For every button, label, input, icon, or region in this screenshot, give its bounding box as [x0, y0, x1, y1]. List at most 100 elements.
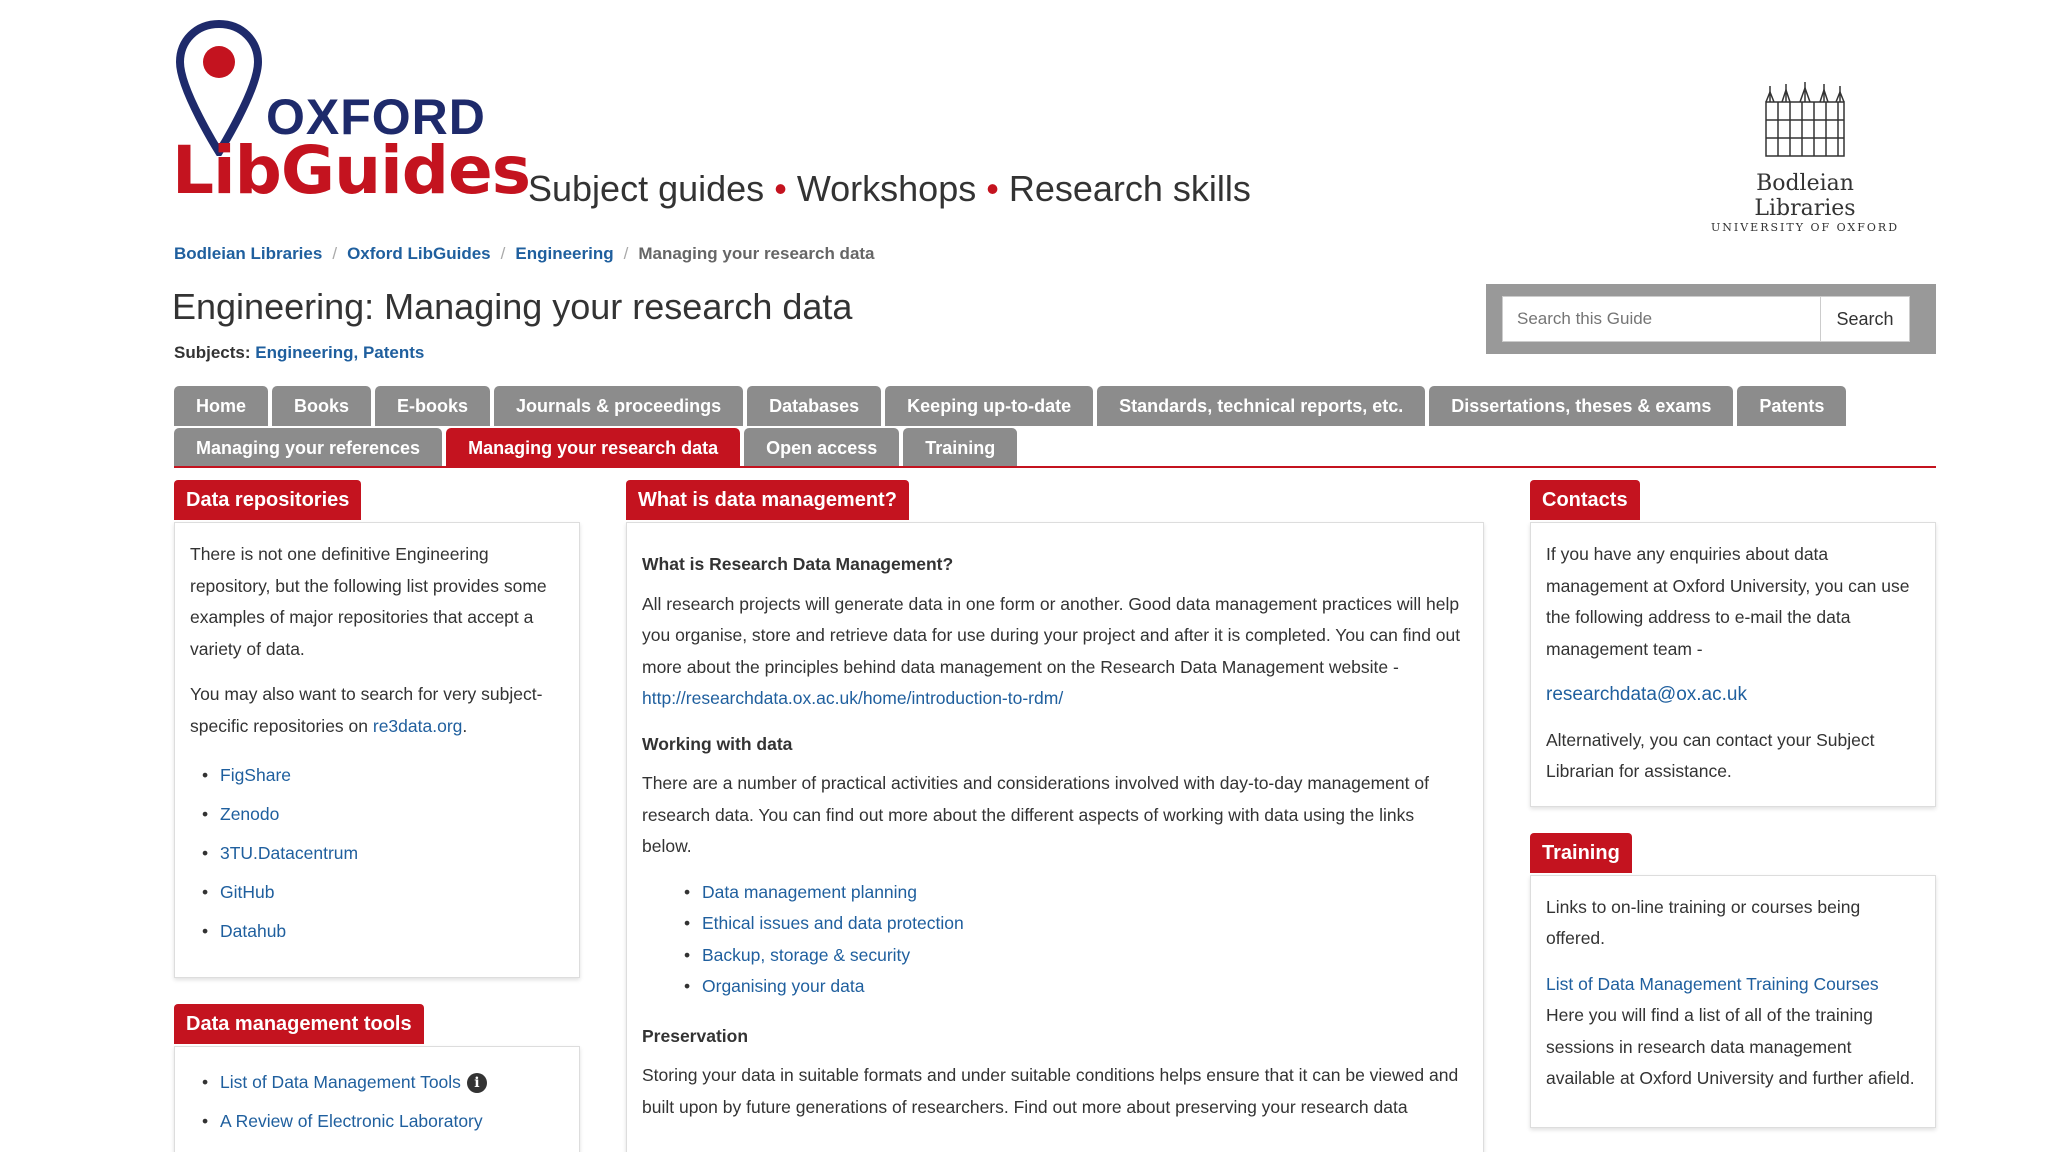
contacts-paragraph-1: If you have any enquiries about data man…	[1546, 544, 1910, 659]
zenodo-link[interactable]: Zenodo	[220, 804, 279, 824]
tab-standards-technical-reports[interactable]: Standards, technical reports, etc.	[1097, 386, 1426, 426]
electronic-lab-review-link[interactable]: A Review of Electronic Laboratory	[220, 1111, 483, 1131]
tab-training[interactable]: Training	[903, 428, 1018, 468]
repos-paragraph-2-end: .	[462, 715, 468, 736]
data-management-tools-box: Data management tools List of Data Manag…	[174, 1004, 580, 1152]
tab-e-books[interactable]: E-books	[375, 386, 491, 426]
preservation-paragraph: Storing your data in suitable formats an…	[642, 1065, 1459, 1117]
contacts-title: Contacts	[1530, 480, 1640, 520]
oxford-libguides-logo[interactable]: OXFORD LibGuides	[172, 18, 531, 218]
backup-storage-security-link[interactable]: Backup, storage & security	[702, 945, 910, 965]
github-link[interactable]: GitHub	[220, 882, 274, 902]
datahub-link[interactable]: Datahub	[220, 921, 286, 941]
list-item: Datahub	[202, 912, 564, 951]
bodleian-name: Bodleian Libraries	[1754, 171, 1856, 221]
contacts-box: Contacts If you have any enquiries about…	[1530, 480, 1936, 807]
page-title: Engineering: Managing your research data	[172, 286, 853, 327]
what-is-data-management-box: What is data management? What is Researc…	[626, 480, 1484, 1152]
tab-open-access[interactable]: Open access	[744, 428, 900, 468]
what-is-data-management-body: What is Research Data Management? All re…	[626, 522, 1484, 1152]
info-icon[interactable]: i	[466, 1073, 487, 1094]
guide-search: Search	[1486, 284, 1936, 354]
training-paragraph-2: Here you will find a list of all of the …	[1546, 1005, 1915, 1088]
repos-paragraph-2: You may also want to search for very sub…	[190, 679, 564, 742]
list-item: FigShare	[202, 756, 564, 795]
tagline-separator: •	[986, 168, 999, 209]
list-item: Backup, storage & security	[684, 940, 1468, 972]
tab-managing-references[interactable]: Managing your references	[174, 428, 443, 468]
repos-paragraph-2-text: You may also want to search for very sub…	[190, 684, 543, 736]
tab-keeping-up-to-date[interactable]: Keeping up-to-date	[885, 386, 1094, 426]
tab-databases[interactable]: Databases	[747, 386, 882, 426]
list-item: GitHub	[202, 873, 564, 912]
logo-libguides-text: LibGuides	[172, 132, 531, 209]
list-item: A Review of Electronic Laboratory	[202, 1102, 564, 1141]
data-management-planning-link[interactable]: Data management planning	[702, 882, 917, 902]
tab-patents[interactable]: Patents	[1737, 386, 1847, 426]
bodleian-university: UNIVERSITY OF OXFORD	[1710, 221, 1900, 234]
preservation-heading: Preservation	[642, 1025, 749, 1046]
tab-journals-proceedings[interactable]: Journals & proceedings	[494, 386, 744, 426]
breadcrumb-current: Managing your research data	[638, 244, 875, 263]
list-item: Organising your data	[684, 971, 1468, 1003]
tagline-separator: •	[774, 168, 787, 209]
data-management-tools-body: List of Data Management Toolsi A Review …	[174, 1046, 580, 1152]
list-of-tools-link[interactable]: List of Data Management Tools	[220, 1072, 461, 1092]
data-repositories-box: Data repositories There is not one defin…	[174, 480, 580, 978]
training-body: Links to on-line training or courses bei…	[1530, 874, 1936, 1128]
breadcrumb: Bodleian Libraries / Oxford LibGuides / Engi…	[174, 244, 875, 264]
tagline-research-skills: Research skills	[1008, 168, 1251, 209]
data-management-tools-title: Data management tools	[174, 1004, 424, 1044]
middle-column: What is data management? What is Researc…	[626, 480, 1484, 1152]
training-title: Training	[1530, 832, 1632, 873]
figshare-link[interactable]: FigShare	[220, 765, 291, 785]
breadcrumb-separator: /	[332, 244, 338, 263]
breadcrumb-bodleian-libraries[interactable]: Bodleian Libraries	[174, 244, 322, 263]
bodleian-libraries-logo[interactable]: Bodleian Libraries UNIVERSITY OF OXFORD	[1710, 80, 1900, 234]
rdm-paragraph-text: All research projects will generate data…	[642, 593, 1461, 677]
ethical-issues-link[interactable]: Ethical issues and data protection	[702, 913, 964, 933]
breadcrumb-engineering[interactable]: Engineering	[515, 244, 613, 263]
list-item: Ethical issues and data protection	[684, 908, 1468, 940]
site-tagline: Subject guides • Workshops • Research sk…	[528, 168, 1251, 210]
list-item: 3TU.Datacentrum	[202, 834, 564, 873]
contacts-email-line: researchdata@ox.ac.uk	[1546, 679, 1920, 711]
breadcrumb-separator: /	[500, 244, 506, 263]
tab-books[interactable]: Books	[272, 386, 372, 426]
tagline-workshops: Workshops	[796, 168, 977, 209]
tab-row-2: Managing your references Managing your r…	[174, 428, 1936, 470]
list-item: Zenodo	[202, 795, 564, 834]
what-is-data-management-title: What is data management?	[626, 480, 909, 520]
subjects-label: Subjects:	[174, 343, 251, 362]
search-input[interactable]	[1502, 296, 1820, 342]
breadcrumb-separator: /	[623, 244, 629, 263]
contacts-body: If you have any enquiries about data man…	[1530, 522, 1936, 807]
research-data-email-link[interactable]: researchdata@ox.ac.uk	[1546, 684, 1747, 705]
repos-paragraph-1: There is not one definitive Engineering …	[190, 544, 547, 659]
tab-dissertations-theses-exams[interactable]: Dissertations, theses & exams	[1429, 386, 1734, 426]
search-button[interactable]: Search	[1820, 296, 1910, 342]
breadcrumb-oxford-libguides[interactable]: Oxford LibGuides	[347, 244, 491, 263]
site-header: OXFORD LibGuides Subject guides • Worksh…	[172, 18, 1936, 234]
re3data-link[interactable]: re3data.org	[373, 716, 463, 736]
training-courses-line: List of Data Management Training Courses	[1546, 969, 1920, 1001]
repository-list: FigShare Zenodo 3TU.Datacentrum GitHub D…	[202, 756, 564, 951]
training-box: Training Links to on-line training or co…	[1530, 832, 1936, 1128]
list-item: Data management planning	[684, 877, 1468, 909]
organising-data-link[interactable]: Organising your data	[702, 976, 864, 996]
subjects-links[interactable]: Engineering, Patents	[255, 343, 424, 362]
tab-home[interactable]: Home	[174, 386, 269, 426]
left-column: Data repositories There is not one defin…	[174, 480, 580, 1152]
tab-managing-research-data[interactable]: Managing your research data	[446, 428, 741, 468]
tagline-subject-guides: Subject guides	[528, 168, 765, 209]
3tu-datacentrum-link[interactable]: 3TU.Datacentrum	[220, 843, 358, 863]
data-repositories-body: There is not one definitive Engineering …	[174, 522, 580, 978]
list-item: List of Data Management Toolsi	[202, 1063, 564, 1102]
guide-tabs: Home Books E-books Journals & proceeding…	[174, 386, 1936, 470]
rdm-intro-link[interactable]: http://researchdata.ox.ac.uk/home/introd…	[642, 688, 1063, 708]
working-with-data-list: Data management planning Ethical issues …	[684, 877, 1468, 1003]
training-paragraph-1: Links to on-line training or courses bei…	[1546, 896, 1861, 949]
data-repositories-title: Data repositories	[174, 480, 362, 520]
training-courses-link[interactable]: List of Data Management Training Courses	[1546, 974, 1879, 994]
working-with-data-heading: Working with data	[642, 733, 793, 754]
